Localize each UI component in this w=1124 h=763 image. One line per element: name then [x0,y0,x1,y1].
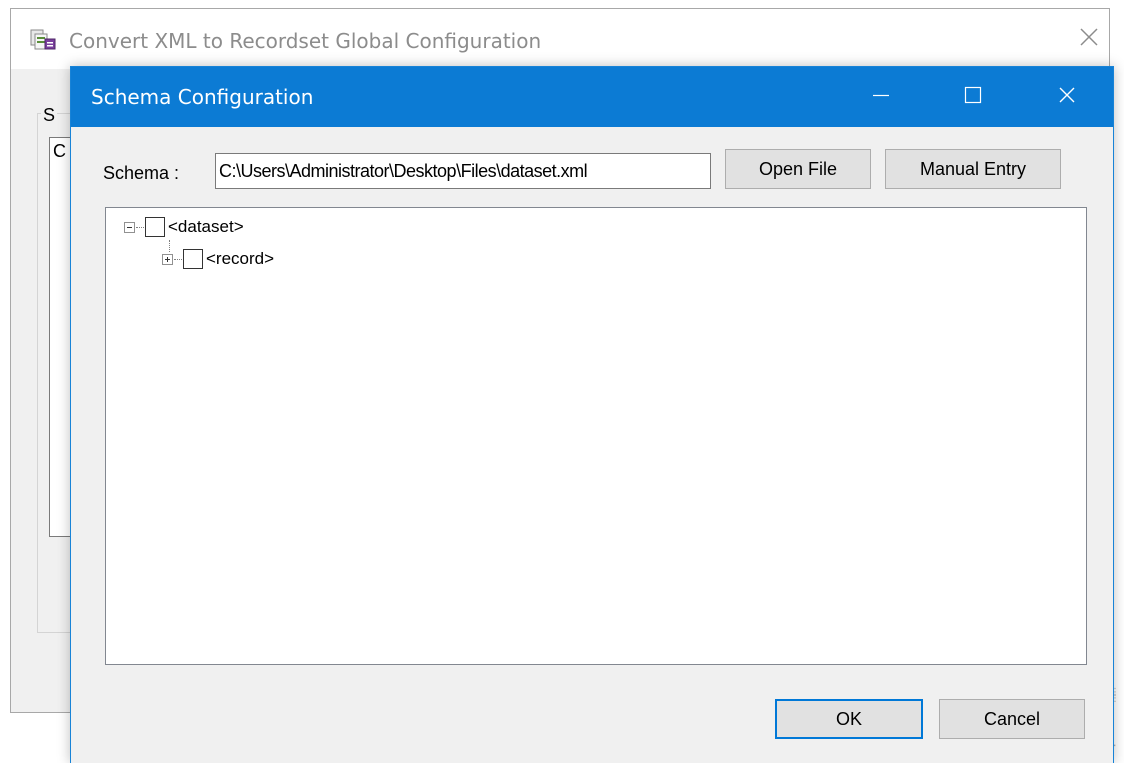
open-file-button[interactable]: Open File [725,149,871,189]
dialog-titlebar[interactable]: Schema Configuration [71,67,1113,127]
schema-configuration-dialog: Schema Configuration Schema : Open File … [70,66,1114,763]
tree-node-record[interactable]: <record> [162,248,274,270]
schema-label: Schema : [103,163,180,183]
minimize-button[interactable] [851,67,911,127]
minimize-icon [871,85,891,110]
close-icon [1057,85,1077,110]
xml-recordset-app-icon [30,27,56,51]
tree-node-dataset[interactable]: <dataset> [124,216,244,238]
tree-node-label: <dataset> [168,217,244,236]
parent-group-label: S [41,105,58,126]
ok-button[interactable]: OK [775,699,923,739]
manual-entry-button[interactable]: Manual Entry [885,149,1061,189]
dialog-title: Schema Configuration [91,85,314,109]
dataset-checkbox[interactable] [145,217,165,237]
close-dialog-button[interactable] [1037,67,1097,127]
parent-window-title: Convert XML to Recordset Global Configur… [69,29,542,53]
schema-path-input[interactable] [215,153,711,189]
schema-tree[interactable]: <dataset> <record> [105,207,1087,665]
parent-titlebar[interactable]: Convert XML to Recordset Global Configur… [11,9,1109,69]
expand-icon[interactable] [162,253,173,265]
record-checkbox[interactable] [183,249,203,269]
parent-list-text: C [53,141,66,161]
tree-node-label: <record> [206,249,275,268]
maximize-button[interactable] [943,67,1003,127]
cancel-button[interactable]: Cancel [939,699,1085,739]
collapse-icon[interactable] [124,221,135,233]
tree-connector [136,226,144,228]
tree-connector [174,258,182,260]
maximize-icon [963,85,983,110]
close-icon[interactable] [1075,23,1103,51]
